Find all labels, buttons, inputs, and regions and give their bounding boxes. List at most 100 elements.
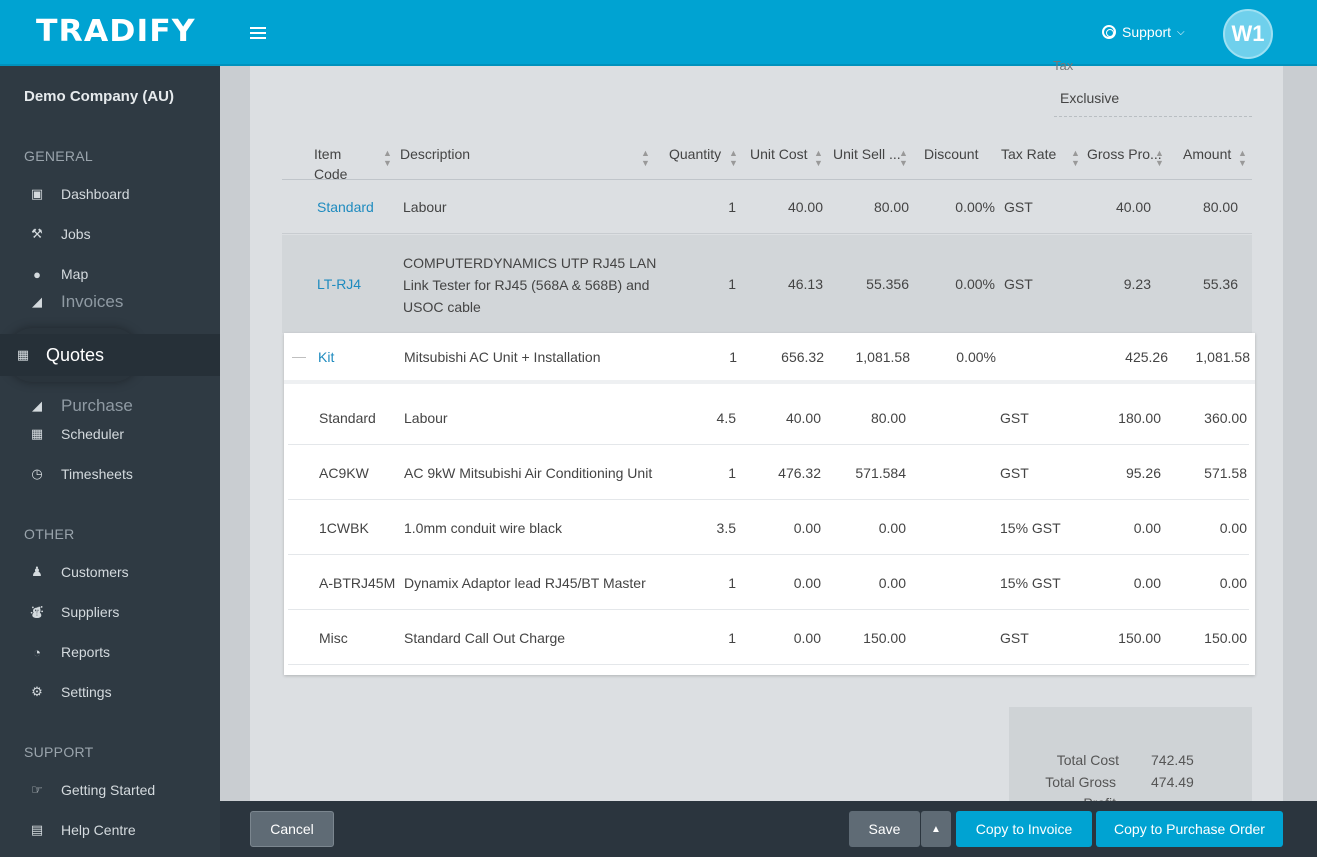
menu-icon[interactable] bbox=[250, 27, 266, 39]
sort-icon[interactable]: ▲ ▼ bbox=[1071, 148, 1080, 168]
kit-item-row[interactable]: Misc Standard Call Out Charge 1 0.00 150… bbox=[288, 610, 1249, 665]
unit-cost: 0.00 bbox=[793, 520, 821, 536]
sidebar-item-label: Help Centre bbox=[61, 822, 136, 838]
kit-item-row[interactable]: 1CWBK 1.0mm conduit wire black 3.5 0.00 … bbox=[288, 500, 1249, 555]
sidebar-item-getting-started[interactable]: ☞ Getting Started bbox=[0, 770, 220, 810]
gross-profit: 150.00 bbox=[1118, 630, 1161, 646]
column-tax-rate[interactable]: Tax Rate bbox=[1001, 146, 1056, 162]
sidebar-item-help-centre[interactable]: ▤ Help Centre bbox=[0, 810, 220, 850]
quantity: 1 bbox=[728, 630, 736, 646]
book-icon: ▤ bbox=[30, 822, 44, 837]
unit-sell: 0.00 bbox=[878, 520, 906, 536]
amount: 1,081.58 bbox=[1195, 349, 1251, 365]
gross-profit: 425.26 bbox=[1125, 349, 1168, 365]
column-label: Unit Cost bbox=[750, 146, 808, 162]
item-code-link[interactable]: Standard bbox=[317, 199, 374, 215]
calendar-icon: ▦ bbox=[30, 426, 44, 441]
sort-icon[interactable]: ▲ ▼ bbox=[383, 148, 392, 168]
unit-cost: 46.13 bbox=[787, 276, 823, 292]
sidebar-item-settings[interactable]: ⚙ Settings bbox=[0, 672, 220, 712]
item-code-link[interactable]: LT-RJ4 bbox=[317, 276, 361, 292]
avatar[interactable]: W1 bbox=[1223, 9, 1273, 59]
copy-to-invoice-button[interactable]: Copy to Invoice bbox=[956, 811, 1092, 847]
sidebar-item-scheduler[interactable]: ▦ Scheduler bbox=[0, 414, 220, 454]
collapse-icon[interactable]: — bbox=[292, 348, 306, 364]
unit-cost: 40.00 bbox=[787, 199, 823, 215]
sidebar-item-label: Jobs bbox=[61, 226, 91, 242]
sidebar-item-label: Dashboard bbox=[61, 186, 130, 202]
unit-sell: 150.00 bbox=[863, 630, 906, 646]
sort-icon[interactable]: ▲ ▼ bbox=[1155, 148, 1164, 168]
item-code: Misc bbox=[319, 630, 348, 646]
tax-underline bbox=[1054, 116, 1252, 117]
sidebar-item-label: Scheduler bbox=[61, 426, 125, 442]
quantity: 3.5 bbox=[716, 520, 736, 536]
unit-sell: 80.00 bbox=[870, 410, 906, 426]
invoice-icon: ◢ bbox=[32, 294, 42, 309]
column-gross-profit[interactable]: Gross Pro... bbox=[1087, 146, 1162, 162]
description-line: USOC cable bbox=[403, 299, 481, 315]
sort-icon[interactable]: ▲ ▼ bbox=[814, 148, 823, 168]
column-label: Quantity bbox=[669, 146, 722, 162]
kit-item-row[interactable]: A-BTRJ45M Dynamix Adaptor lead RJ45/BT M… bbox=[288, 555, 1249, 610]
kit-code-link[interactable]: Kit bbox=[318, 349, 334, 365]
unit-cost: 40.00 bbox=[785, 410, 821, 426]
description: 1.0mm conduit wire black bbox=[404, 520, 562, 536]
sidebar-item-quotes[interactable]: ▦ Quotes bbox=[0, 334, 220, 376]
section-other: OTHER bbox=[24, 526, 75, 542]
table-row[interactable]: LT-RJ4 COMPUTERDYNAMICS UTP RJ45 LAN Lin… bbox=[282, 235, 1252, 333]
sidebar-item-customers[interactable]: ♟ Customers bbox=[0, 552, 220, 592]
column-unit-sell[interactable]: Unit Sell ... bbox=[833, 146, 901, 162]
save-button[interactable]: Save bbox=[849, 811, 920, 847]
column-discount[interactable]: Discount bbox=[924, 146, 978, 162]
column-unit-cost[interactable]: Unit Cost bbox=[750, 146, 808, 162]
description: COMPUTERDYNAMICS UTP RJ45 LAN Link Teste… bbox=[403, 252, 656, 318]
description: Labour bbox=[403, 199, 447, 215]
tradify-logo[interactable]: TRADIFY bbox=[36, 14, 196, 49]
sidebar-item-label: Customers bbox=[61, 564, 129, 580]
sort-icon[interactable]: ▲ ▼ bbox=[729, 148, 738, 168]
sort-icon[interactable]: ▲ ▼ bbox=[1238, 148, 1247, 168]
sort-icon[interactable]: ▲ ▼ bbox=[641, 148, 650, 168]
quantity: 1 bbox=[728, 276, 736, 292]
clock-icon: ◷ bbox=[31, 466, 43, 481]
sidebar-item-jobs[interactable]: ⚒ Jobs bbox=[0, 214, 220, 254]
unit-sell: 1,081.58 bbox=[855, 349, 911, 365]
table-row[interactable]: Standard Labour 1 40.00 80.00 0.00% GST … bbox=[282, 180, 1252, 234]
users-icon: ♟ bbox=[31, 564, 43, 579]
column-description[interactable]: Description bbox=[400, 146, 470, 162]
chevron-down-icon: ⌵ bbox=[1177, 26, 1185, 38]
lifebuoy-icon bbox=[1102, 25, 1116, 39]
copy-to-purchase-order-button[interactable]: Copy to Purchase Order bbox=[1096, 811, 1283, 847]
item-code: 1CWBK bbox=[319, 520, 369, 536]
thumbs-up-icon: ☞ bbox=[31, 782, 43, 797]
sidebar-item-timesheets[interactable]: ◷ Timesheets bbox=[0, 454, 220, 494]
sidebar-item-reports[interactable]: ◔ Reports bbox=[0, 632, 220, 672]
amount: 0.00 bbox=[1219, 575, 1247, 591]
column-label: Item Code bbox=[314, 146, 348, 182]
column-item-code[interactable]: Item Code bbox=[314, 144, 354, 184]
sidebar-item-suppliers[interactable]: ⛇ Suppliers bbox=[0, 592, 220, 632]
unit-cost: 0.00 bbox=[793, 630, 821, 646]
truck-icon: ⛇ bbox=[30, 604, 44, 620]
sidebar-item-label: Settings bbox=[61, 684, 112, 700]
caret-up-icon[interactable]: ▲ bbox=[921, 811, 951, 847]
description: Standard Call Out Charge bbox=[404, 630, 566, 646]
tax-mode-select[interactable]: Exclusive bbox=[1060, 90, 1119, 106]
item-code: A-BTRJ45M bbox=[319, 575, 396, 591]
support-menu[interactable]: Support ⌵ bbox=[1102, 24, 1185, 40]
sidebar-item-dashboard[interactable]: ▣ Dashboard bbox=[0, 174, 220, 214]
sidebar-item-label: Suppliers bbox=[61, 604, 120, 620]
column-amount[interactable]: Amount bbox=[1183, 146, 1231, 162]
sidebar-item-label: Invoices bbox=[61, 292, 124, 311]
column-quantity[interactable]: Quantity bbox=[669, 146, 721, 162]
kit-item-row[interactable]: Standard Labour 4.5 40.00 80.00 GST 180.… bbox=[288, 390, 1249, 445]
column-label: Discount bbox=[924, 146, 979, 162]
kit-item-row[interactable]: AC9KW AC 9kW Mitsubishi Air Conditioning… bbox=[288, 445, 1249, 500]
unit-cost: 476.32 bbox=[778, 465, 821, 481]
sort-icon[interactable]: ▲ ▼ bbox=[899, 148, 908, 168]
kit-row[interactable]: — Kit Mitsubishi AC Unit + Installation … bbox=[284, 333, 1255, 384]
sidebar-item-invoices[interactable]: ◢ Invoices bbox=[0, 282, 220, 322]
cancel-button[interactable]: Cancel bbox=[250, 811, 334, 847]
dashboard-icon: ▣ bbox=[30, 186, 44, 201]
